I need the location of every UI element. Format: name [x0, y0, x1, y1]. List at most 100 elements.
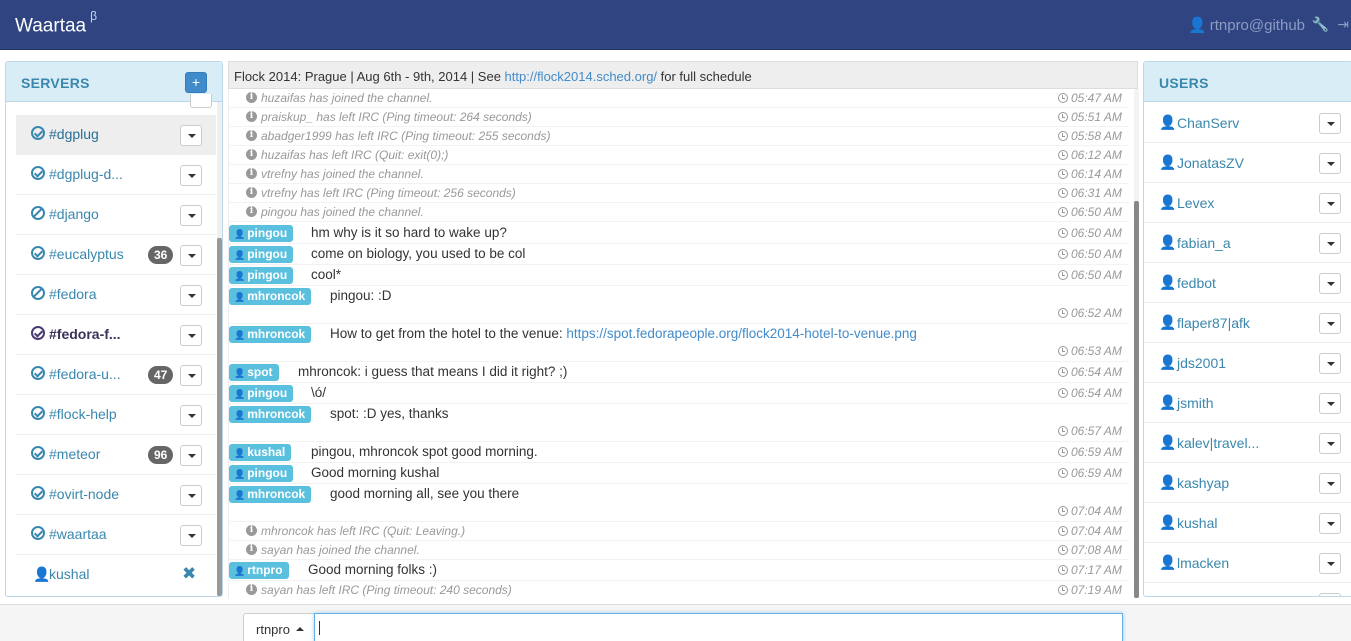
- user-item[interactable]: 👤 jds2001: [1144, 343, 1351, 383]
- channel-item[interactable]: #meteor 96: [16, 435, 216, 475]
- user-options-dropdown[interactable]: [1319, 593, 1341, 596]
- user-options-dropdown[interactable]: [1319, 353, 1341, 374]
- servers-scrollbar[interactable]: [217, 102, 222, 596]
- channel-options-dropdown[interactable]: [180, 325, 202, 346]
- user-options-dropdown[interactable]: [1319, 513, 1341, 534]
- user-name[interactable]: fabian_a: [1177, 235, 1231, 251]
- user-name[interactable]: kashyap: [1177, 475, 1229, 491]
- channel-options-dropdown[interactable]: [180, 525, 202, 546]
- channel-item[interactable]: #dgplug-d...: [16, 155, 216, 195]
- nick-label[interactable]: pingou: [229, 225, 294, 242]
- user-name[interactable]: kalev|travel...: [1177, 435, 1259, 451]
- user-options-dropdown[interactable]: [1319, 273, 1341, 294]
- channel-options-dropdown[interactable]: [180, 485, 202, 506]
- nick-label[interactable]: mhroncok: [229, 486, 312, 503]
- app-title[interactable]: Waartaa: [15, 15, 86, 36]
- user-item[interactable]: 👤 Levex: [1144, 183, 1351, 223]
- user-item[interactable]: 👤 JonatasZV: [1144, 143, 1351, 183]
- channel-item[interactable]: #ovirt-node: [16, 475, 216, 515]
- channel-name[interactable]: #eucalyptus: [49, 246, 124, 262]
- user-options-dropdown[interactable]: [1319, 233, 1341, 254]
- user-options-dropdown[interactable]: [1319, 153, 1341, 174]
- nick-label[interactable]: rtnpro: [229, 562, 289, 579]
- nick-label[interactable]: mhroncok: [229, 288, 312, 305]
- user-name[interactable]: lmacken: [1177, 555, 1229, 571]
- user-item[interactable]: 👤 jsmith: [1144, 383, 1351, 423]
- messages-scrollbar[interactable]: [1134, 89, 1139, 598]
- topic-link[interactable]: http://flock2014.sched.org/: [505, 69, 657, 84]
- message-link[interactable]: https://spot.fedorapeople.org/flock2014-…: [566, 326, 917, 341]
- nick-label[interactable]: mhroncok: [229, 326, 312, 343]
- channel-name[interactable]: #fedora-f...: [49, 326, 121, 342]
- channel-options-dropdown[interactable]: [180, 285, 202, 306]
- user-options-dropdown[interactable]: [1319, 113, 1341, 134]
- user-menu[interactable]: 👤 rtnpro@github: [1188, 16, 1305, 34]
- user-options-dropdown[interactable]: [1319, 393, 1341, 414]
- user-options-dropdown[interactable]: [1319, 193, 1341, 214]
- user-options-dropdown[interactable]: [1319, 313, 1341, 334]
- user-item[interactable]: 👤 kalev|travel...: [1144, 423, 1351, 463]
- channel-name[interactable]: #django: [49, 206, 99, 222]
- channel-name[interactable]: #dgplug: [49, 126, 99, 142]
- user-item-partial[interactable]: [1144, 583, 1351, 596]
- scrollbar-thumb[interactable]: [1134, 201, 1139, 598]
- user-name[interactable]: jds2001: [1177, 355, 1226, 371]
- settings-wrench-icon[interactable]: 🔧: [1312, 16, 1329, 33]
- nick-label[interactable]: pingou: [229, 246, 294, 263]
- user-name[interactable]: rtnpro@github: [1210, 17, 1305, 34]
- close-icon[interactable]: ✖: [182, 564, 196, 584]
- channel-name[interactable]: #fedora-u...: [49, 366, 121, 382]
- user-options-dropdown[interactable]: [1319, 553, 1341, 574]
- scrollbar-thumb[interactable]: [217, 238, 222, 596]
- channel-options-dropdown[interactable]: [180, 245, 202, 266]
- channel-item[interactable]: #django: [16, 195, 216, 235]
- channel-name[interactable]: #dgplug-d...: [49, 166, 123, 182]
- channel-options-dropdown[interactable]: [180, 125, 202, 146]
- channel-options-dropdown[interactable]: [180, 165, 202, 186]
- query-item[interactable]: 👤 kushal ✖: [16, 555, 216, 595]
- nick-label[interactable]: kushal: [229, 444, 292, 461]
- channel-item[interactable]: #flock-help: [16, 395, 216, 435]
- user-name[interactable]: jsmith: [1177, 395, 1214, 411]
- channel-options-dropdown[interactable]: [180, 365, 202, 386]
- user-item[interactable]: 👤 lmacken: [1144, 543, 1351, 583]
- nick-label[interactable]: pingou: [229, 267, 294, 284]
- channel-item[interactable]: #eucalyptus 36: [16, 235, 216, 275]
- channel-item[interactable]: #dgplug: [16, 115, 216, 155]
- user-name[interactable]: Levex: [1177, 195, 1214, 211]
- channel-name[interactable]: #waartaa: [49, 526, 107, 542]
- user-item[interactable]: 👤 ChanServ: [1144, 103, 1351, 143]
- add-server-button[interactable]: +: [185, 72, 207, 93]
- channel-name[interactable]: #fedora: [49, 286, 96, 302]
- user-item[interactable]: 👤 fabian_a: [1144, 223, 1351, 263]
- channel-name[interactable]: #flock-help: [49, 406, 117, 422]
- dropdown-stub[interactable]: [190, 94, 212, 108]
- nick-dropdown-button[interactable]: rtnpro: [243, 613, 315, 641]
- user-name[interactable]: ChanServ: [1177, 115, 1239, 131]
- user-item[interactable]: 👤 kushal: [1144, 503, 1351, 543]
- user-name[interactable]: flaper87|afk: [1177, 315, 1250, 331]
- user-name[interactable]: JonatasZV: [1177, 155, 1244, 171]
- channel-item[interactable]: #fedora-u... 47: [16, 355, 216, 395]
- query-name[interactable]: kushal: [49, 566, 89, 582]
- app-brand[interactable]: Waartaa β: [15, 9, 97, 37]
- channel-item[interactable]: #waartaa: [16, 515, 216, 555]
- sign-out-icon[interactable]: ⇥: [1337, 16, 1349, 33]
- user-item[interactable]: 👤 flaper87|afk: [1144, 303, 1351, 343]
- message-input[interactable]: [314, 613, 1123, 641]
- user-options-dropdown[interactable]: [1319, 433, 1341, 454]
- channel-name[interactable]: #ovirt-node: [49, 486, 119, 502]
- user-item[interactable]: 👤 kashyap: [1144, 463, 1351, 503]
- user-options-dropdown[interactable]: [1319, 473, 1341, 494]
- channel-options-dropdown[interactable]: [180, 445, 202, 466]
- channel-options-dropdown[interactable]: [180, 405, 202, 426]
- channel-item[interactable]: #fedora-f...: [16, 315, 216, 355]
- user-name[interactable]: fedbot: [1177, 275, 1216, 291]
- user-item[interactable]: 👤 fedbot: [1144, 263, 1351, 303]
- channel-item[interactable]: #fedora: [16, 275, 216, 315]
- channel-name[interactable]: #meteor: [49, 446, 100, 462]
- user-name[interactable]: kushal: [1177, 515, 1217, 531]
- nick-label[interactable]: spot: [229, 364, 279, 381]
- nick-label[interactable]: pingou: [229, 385, 294, 402]
- channel-options-dropdown[interactable]: [180, 205, 202, 226]
